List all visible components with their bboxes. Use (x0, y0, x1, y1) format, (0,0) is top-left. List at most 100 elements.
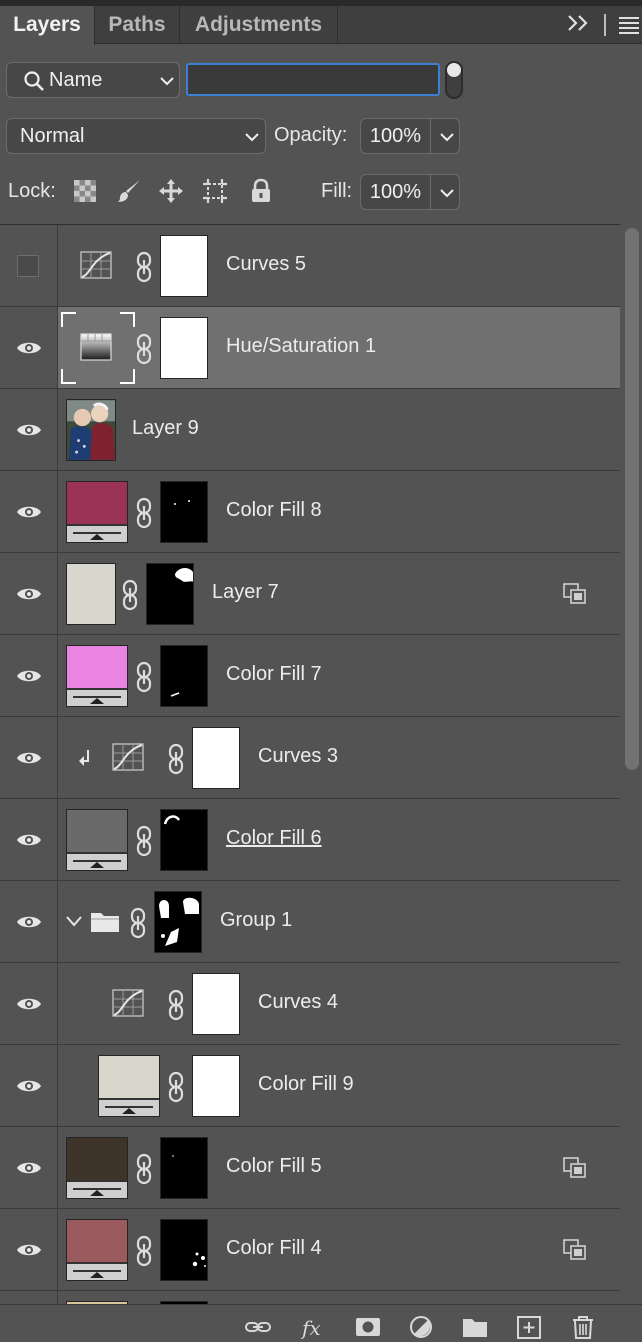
photo-thumbnail[interactable] (66, 399, 116, 461)
color-fill-thumbnail[interactable] (66, 1137, 128, 1199)
layer-row[interactable]: Curves 4 (0, 963, 620, 1045)
eye-icon[interactable] (16, 1160, 42, 1176)
layer-mask-thumbnail[interactable] (160, 317, 208, 379)
layer-row[interactable]: Color Fill 4 (0, 1209, 620, 1291)
fill-field[interactable]: 100% (360, 174, 460, 210)
new-group-folder-icon[interactable] (462, 1315, 488, 1339)
panel-menu-icon[interactable] (618, 16, 640, 34)
lock-position-move-icon[interactable] (158, 178, 184, 204)
eye-icon[interactable] (16, 504, 42, 520)
layer-name[interactable]: Layer 7 (212, 581, 279, 604)
link-icon[interactable] (136, 1235, 152, 1267)
tab-layers[interactable]: Layers (0, 6, 95, 45)
lock-transparent-pixels-icon[interactable] (72, 178, 98, 204)
layer-mask-thumbnail[interactable] (192, 973, 240, 1035)
layer-mask-thumbnail[interactable] (160, 809, 208, 871)
add-mask-icon[interactable] (355, 1315, 381, 1339)
color-fill-thumbnail[interactable] (66, 1219, 128, 1281)
delete-layer-trash-icon[interactable] (570, 1315, 596, 1339)
layer-row[interactable]: Color Fill 8 (0, 471, 620, 553)
chevron-down-icon[interactable] (440, 188, 454, 198)
layer-name[interactable]: Color Fill 4 (226, 1237, 322, 1260)
layer-row[interactable] (0, 1291, 620, 1304)
color-fill-thumbnail[interactable] (66, 481, 128, 543)
layer-mask-thumbnail[interactable] (160, 481, 208, 543)
layer-name[interactable]: Color Fill 6 (226, 827, 322, 850)
color-fill-thumbnail[interactable] (66, 645, 128, 707)
scrollbar-thumb[interactable] (625, 228, 639, 770)
link-icon[interactable] (168, 989, 184, 1021)
eye-icon[interactable] (16, 914, 42, 930)
layer-row[interactable]: Curves 5 (0, 225, 620, 307)
layer-name[interactable]: Group 1 (220, 909, 292, 932)
layer-name[interactable]: Color Fill 9 (258, 1073, 354, 1096)
layer-name[interactable]: Curves 5 (226, 253, 306, 276)
filter-toggle-switch[interactable] (445, 61, 463, 99)
layer-name[interactable]: Hue/Saturation 1 (226, 335, 376, 358)
layer-mask-thumbnail[interactable] (160, 235, 208, 297)
layer-row[interactable]: Group 1 (0, 881, 620, 963)
link-icon[interactable] (136, 661, 152, 693)
collapse-panel-icon[interactable] (566, 12, 592, 34)
fx-layer-style-icon[interactable]: fx (300, 1315, 326, 1339)
link-icon[interactable] (136, 497, 152, 529)
layer-name[interactable]: Layer 9 (132, 417, 199, 440)
opacity-value[interactable]: 100% (361, 119, 431, 153)
fill-value[interactable]: 100% (361, 175, 431, 209)
layer-mask-thumbnail[interactable] (160, 645, 208, 707)
layer-row[interactable]: Layer 7 (0, 553, 620, 635)
layer-search-input[interactable] (186, 63, 440, 96)
layer-mask-thumbnail[interactable] (154, 891, 202, 953)
lock-artboard-icon[interactable] (202, 178, 228, 204)
eye-icon[interactable] (16, 1242, 42, 1258)
new-adjustment-layer-icon[interactable] (408, 1315, 434, 1339)
eye-icon[interactable] (16, 750, 42, 766)
eye-icon[interactable] (16, 996, 42, 1012)
layer-mask-thumbnail[interactable] (160, 1219, 208, 1281)
color-fill-thumbnail[interactable] (66, 809, 128, 871)
filter-kind-select[interactable]: Name (6, 62, 180, 98)
layer-row[interactable]: Color Fill 5 (0, 1127, 620, 1209)
layer-row[interactable]: Layer 9 (0, 389, 620, 471)
lock-all-icon[interactable] (248, 178, 274, 204)
layer-name[interactable]: Curves 4 (258, 991, 338, 1014)
link-icon[interactable] (122, 579, 138, 611)
tab-paths[interactable]: Paths (95, 6, 180, 44)
layer-mask-thumbnail[interactable] (192, 1055, 240, 1117)
layer-name[interactable]: Color Fill 7 (226, 663, 322, 686)
link-layers-icon[interactable] (245, 1315, 271, 1339)
link-icon[interactable] (136, 333, 152, 365)
eye-icon[interactable] (16, 1078, 42, 1094)
opacity-field[interactable]: 100% (360, 118, 460, 154)
link-icon[interactable] (136, 825, 152, 857)
link-icon[interactable] (130, 907, 146, 939)
layer-name[interactable]: Color Fill 5 (226, 1155, 322, 1178)
tab-adjustments[interactable]: Adjustments (180, 6, 338, 44)
link-icon[interactable] (168, 743, 184, 775)
layer-name[interactable]: Curves 3 (258, 745, 338, 768)
layer-mask-thumbnail[interactable] (160, 1137, 208, 1199)
layer-mask-thumbnail[interactable] (192, 727, 240, 789)
layer-thumbnail[interactable] (66, 563, 116, 625)
eye-icon[interactable] (16, 340, 42, 356)
eye-icon[interactable] (16, 586, 42, 602)
chevron-down-icon[interactable] (440, 132, 454, 142)
eye-icon[interactable] (16, 832, 42, 848)
layer-row[interactable]: Curves 3 (0, 717, 620, 799)
color-fill-thumbnail[interactable] (98, 1055, 160, 1117)
layer-row[interactable]: Color Fill 6 (0, 799, 620, 881)
new-layer-icon[interactable] (516, 1315, 542, 1339)
layer-row[interactable]: Color Fill 7 (0, 635, 620, 717)
blend-mode-select[interactable]: Normal (6, 118, 266, 154)
layer-row[interactable]: Color Fill 9 (0, 1045, 620, 1127)
layer-mask-thumbnail[interactable] (146, 563, 194, 625)
layer-name[interactable]: Color Fill 8 (226, 499, 322, 522)
eye-icon[interactable] (16, 422, 42, 438)
lock-image-pixels-brush-icon[interactable] (116, 178, 142, 204)
visibility-toggle[interactable] (17, 255, 39, 277)
layer-row[interactable]: Hue/Saturation 1 (0, 307, 620, 389)
link-icon[interactable] (136, 251, 152, 283)
link-icon[interactable] (168, 1071, 184, 1103)
link-icon[interactable] (136, 1153, 152, 1185)
chevron-down-icon[interactable] (66, 915, 82, 927)
